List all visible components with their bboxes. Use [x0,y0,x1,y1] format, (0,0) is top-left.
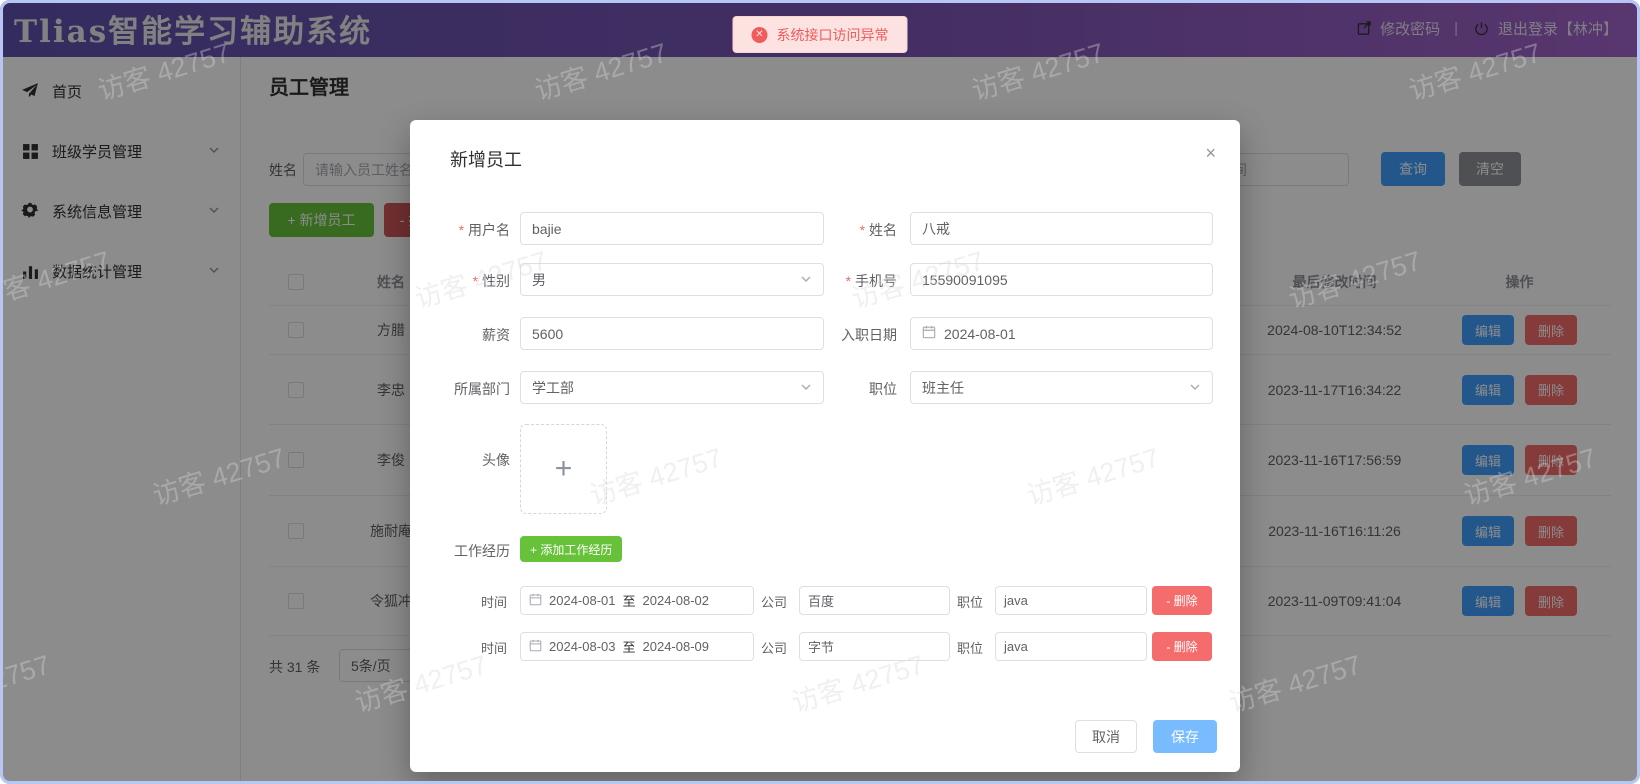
salary-input[interactable]: 5600 [520,317,824,350]
exp-start-date: 2024-08-03 [549,639,616,654]
work-exp-row: 时间 2024-08-01 至 2024-08-02 公司 百度 职位 java - 删除 [410,586,1240,615]
exp-time-label: 时间 [481,592,507,611]
plus-icon: + [555,452,573,486]
exp-position-input[interactable]: java [995,632,1147,661]
work-exp-label: 工作经历 [420,541,510,561]
exp-company-label: 公司 [761,638,787,657]
gender-label: 性别 [420,271,510,291]
position-label: 职位 [807,379,897,399]
phone-label: 手机号 [807,271,897,291]
chevron-down-icon [1189,380,1201,396]
work-exp-row: 时间 2024-08-03 至 2024-08-09 公司 字节 职位 java - 删除 [410,632,1240,661]
exp-start-date: 2024-08-01 [549,593,616,608]
exp-company-input[interactable]: 字节 [799,632,950,661]
entry-date-input[interactable]: 2024-08-01 [910,317,1213,350]
exp-company: 字节 [808,637,834,656]
name-label: 姓名 [807,220,897,240]
exp-position: java [1004,639,1028,654]
calendar-icon [922,325,936,342]
cancel-button[interactable]: 取消 [1075,720,1137,753]
position-select[interactable]: 班主任 [910,371,1213,404]
exp-to-label: 至 [623,637,636,656]
exp-date-range-input[interactable]: 2024-08-01 至 2024-08-02 [520,586,754,615]
gender-select[interactable]: 男 [520,263,824,296]
entry-date-label: 入职日期 [807,325,897,345]
phone-input[interactable]: 15590091095 [910,263,1213,296]
exp-position-label: 职位 [957,638,983,657]
exp-company-input[interactable]: 百度 [799,586,950,615]
exp-end-date: 2024-08-02 [643,593,710,608]
username-input[interactable]: bajie [520,212,824,245]
exp-delete-button[interactable]: - 删除 [1152,586,1212,615]
toast-message: 系统接口访问异常 [777,25,889,45]
department-select[interactable]: 学工部 [520,371,824,404]
username-label: 用户名 [420,220,510,240]
app-window: Tlias智能学习辅助系统 修改密码 | 退出登录【林冲】 ✕ 系统接口访问异常 [0,0,1640,784]
error-toast: ✕ 系统接口访问异常 [733,16,908,53]
exp-time-label: 时间 [481,638,507,657]
exp-company: 百度 [808,591,834,610]
exp-company-label: 公司 [761,592,787,611]
exp-to-label: 至 [623,591,636,610]
calendar-icon [529,639,542,655]
name-input[interactable]: 八戒 [910,212,1213,245]
avatar-label: 头像 [420,450,510,470]
exp-position-label: 职位 [957,592,983,611]
error-circle-icon: ✕ [752,27,768,43]
department-label: 所属部门 [420,379,510,399]
close-icon[interactable]: × [1205,144,1216,162]
exp-end-date: 2024-08-09 [643,639,710,654]
exp-delete-button[interactable]: - 删除 [1152,632,1212,661]
save-button[interactable]: 保存 [1153,720,1217,753]
exp-position-input[interactable]: java [995,586,1147,615]
exp-date-range-input[interactable]: 2024-08-03 至 2024-08-09 [520,632,754,661]
calendar-icon [529,593,542,609]
exp-position: java [1004,593,1028,608]
salary-label: 薪资 [420,325,510,345]
add-employee-dialog: 新增员工 × 用户名 bajie 姓名 八戒 性别 男 手机号 15590091… [410,120,1240,772]
dialog-title: 新增员工 [450,146,522,172]
avatar-upload[interactable]: + [520,424,607,514]
add-work-exp-button[interactable]: + 添加工作经历 [520,536,622,562]
